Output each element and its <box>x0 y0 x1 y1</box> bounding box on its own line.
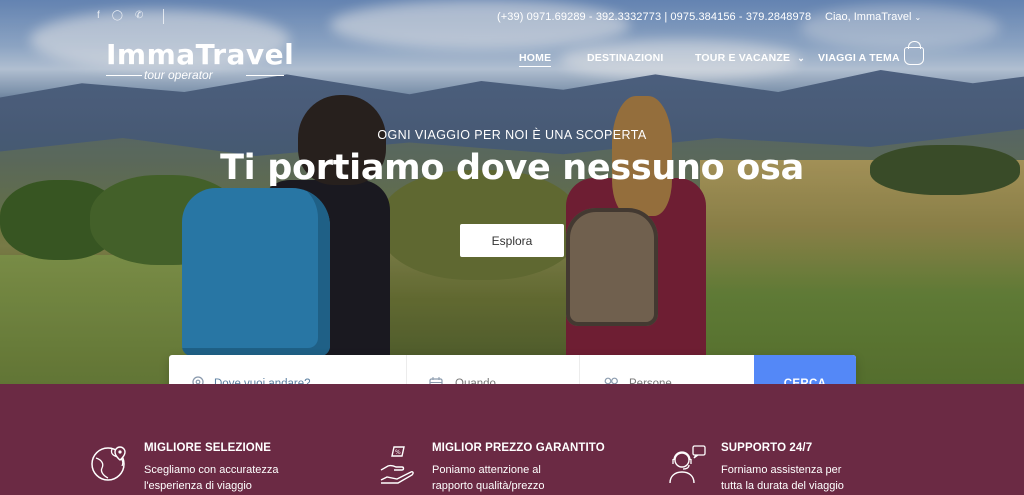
feature-text-line: rapporto qualità/prezzo <box>432 480 545 492</box>
logo-rule <box>246 75 284 76</box>
feature-text: Poniamo attenzione al rapporto qualità/pr… <box>432 462 605 494</box>
basket-icon[interactable] <box>904 41 924 65</box>
logo[interactable]: ImmaTravel tour operator <box>106 40 294 82</box>
nav-viaggi-a-tema[interactable]: VIAGGI A TEMA <box>818 52 900 64</box>
chevron-down-icon: ⌄ <box>797 53 806 63</box>
nav-home[interactable]: HOME <box>519 52 552 67</box>
feature-item: MIGLIORE SELEZIONE Scegliamo con accurat… <box>90 442 279 494</box>
user-menu[interactable]: Ciao, ImmaTravel ⌄ <box>825 11 921 23</box>
user-greeting: Ciao, ImmaTravel <box>825 11 912 23</box>
feature-text-line: Scegliamo con accuratezza <box>144 464 279 476</box>
logo-brand: ImmaTravel <box>106 38 295 71</box>
features-band: MIGLIORE SELEZIONE Scegliamo con accurat… <box>0 384 1024 495</box>
social-links: f ◯ ✆ <box>97 10 143 21</box>
hero-headline: Ti portiamo dove nessuno osa <box>220 148 804 188</box>
hero-tagline: OGNI VIAGGIO PER NOI È UNA SCOPERTA <box>377 128 647 142</box>
explore-button[interactable]: Esplora <box>460 224 564 257</box>
divider <box>163 9 164 24</box>
nav-tour-e-vacanze[interactable]: TOUR E VACANZE ⌄ <box>695 52 805 64</box>
feature-text: Scegliamo con accuratezza l'esperienza di… <box>144 462 279 494</box>
svg-text:%: % <box>395 449 401 456</box>
feature-text-line: Poniamo attenzione al <box>432 464 541 476</box>
support-agent-icon <box>669 445 706 484</box>
nav-destinazioni[interactable]: DESTINAZIONI <box>587 52 664 64</box>
feature-text-line: l'esperienza di viaggio <box>144 480 252 492</box>
logo-rule <box>106 75 142 76</box>
feature-title: SUPPORTO 24/7 <box>721 442 813 454</box>
top-bar: f ◯ ✆ (+39) 0971.69289 - 392.3332773 | 0… <box>0 0 1024 36</box>
feature-item: % MIGLIOR PREZZO GARANTITO Poniamo atten… <box>378 442 605 494</box>
feature-title: MIGLIOR PREZZO GARANTITO <box>432 442 605 454</box>
feature-title: MIGLIORE SELEZIONE <box>144 442 272 454</box>
phone-numbers[interactable]: (+39) 0971.69289 - 392.3332773 | 0975.38… <box>497 11 811 23</box>
feature-text-line: tutta la durata del viaggio <box>721 480 844 492</box>
whatsapp-icon[interactable]: ✆ <box>135 10 143 21</box>
facebook-icon[interactable]: f <box>97 10 100 21</box>
feature-item: SUPPORTO 24/7 Forniamo assistenza per tut… <box>667 442 844 494</box>
globe-map-icon <box>91 446 126 481</box>
instagram-icon[interactable]: ◯ <box>112 10 123 21</box>
feature-text-line: Forniamo assistenza per <box>721 464 842 476</box>
nav-tour-label: TOUR E VACANZE <box>695 52 791 64</box>
chevron-down-icon: ⌄ <box>914 13 922 22</box>
feature-text: Forniamo assistenza per tutta la durata d… <box>721 462 844 494</box>
price-hand-icon: % <box>380 446 414 484</box>
